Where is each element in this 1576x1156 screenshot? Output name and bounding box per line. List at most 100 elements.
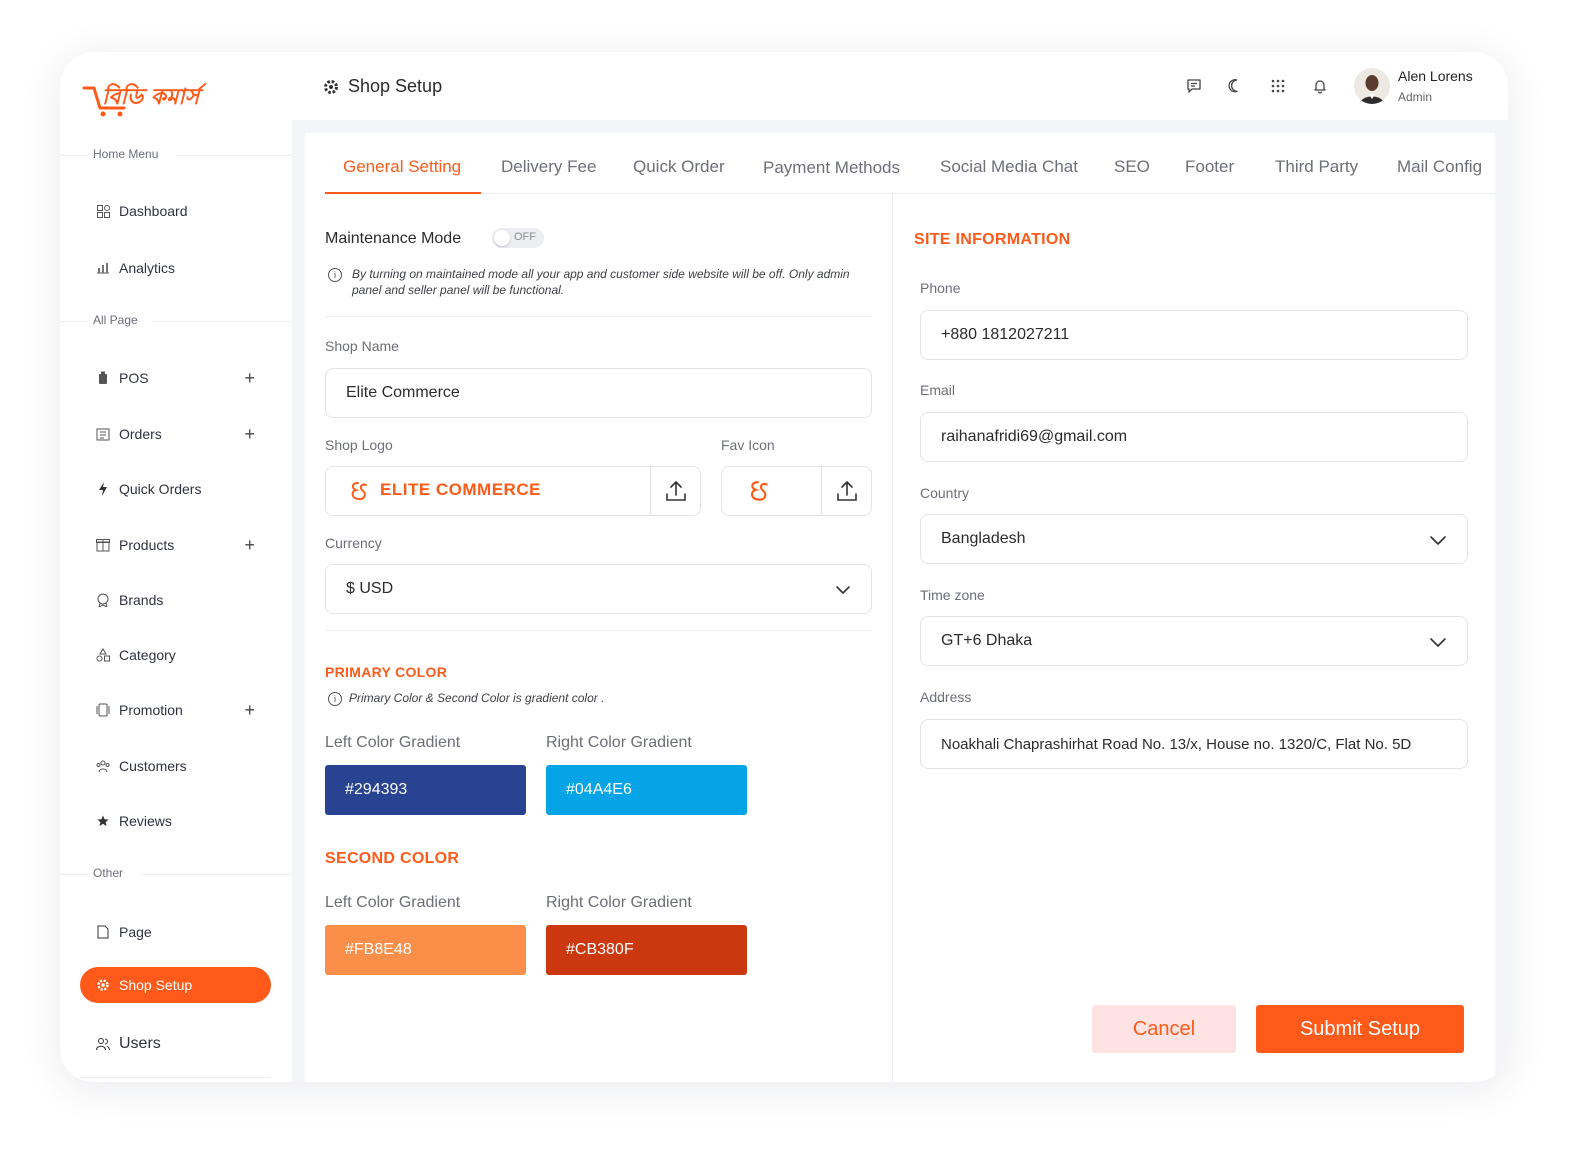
maintenance-mode-label: Maintenance Mode: [325, 230, 462, 247]
expand-icon[interactable]: +: [244, 424, 255, 445]
column-divider: [892, 194, 893, 1082]
chat-icon: [1187, 79, 1201, 93]
tab-third-party[interactable]: Third Party: [1275, 157, 1358, 177]
settings-tabs: General Setting Delivery Fee Quick Order…: [325, 149, 1495, 194]
sidebar-item-label: Customers: [119, 758, 187, 774]
tab-quick-order[interactable]: Quick Order: [633, 157, 725, 177]
expand-icon[interactable]: +: [244, 700, 255, 721]
analytics-icon: [96, 261, 110, 275]
second-right-color-value: #CB380F: [566, 941, 634, 958]
sidebar-item-label: Users: [119, 1035, 161, 1052]
sidebar-item-label: Quick Orders: [119, 481, 202, 497]
brands-icon: [96, 593, 110, 607]
primary-left-gradient-label: Left Color Gradient: [325, 734, 461, 751]
sidebar-item-label: Page: [119, 924, 152, 940]
maintenance-mode-toggle[interactable]: OFF: [492, 228, 544, 248]
sidebar-item-label: Brands: [119, 592, 164, 608]
expand-icon[interactable]: +: [244, 535, 255, 556]
second-left-color-value: #FB8E48: [345, 941, 412, 958]
email-label: Email: [920, 382, 956, 398]
section-label-home: Home Menu: [93, 147, 159, 161]
cancel-button[interactable]: Cancel: [1092, 1005, 1236, 1053]
section-divider: [140, 874, 292, 875]
tab-seo[interactable]: SEO: [1114, 157, 1150, 177]
sidebar-item-customers[interactable]: Customers: [80, 748, 271, 784]
fav-icon-label: Fav Icon: [721, 437, 775, 453]
shop-name-input[interactable]: Elite Commerce: [325, 368, 872, 418]
sidebar-item-dashboard[interactable]: Dashboard: [80, 193, 271, 229]
tab-payment-methods[interactable]: Payment Methods: [763, 158, 900, 178]
email-input[interactable]: raihanafridi69@gmail.com: [920, 412, 1468, 462]
bell-icon: [1314, 80, 1326, 94]
tab-delivery-fee[interactable]: Delivery Fee: [501, 157, 596, 177]
submit-setup-button[interactable]: Submit Setup: [1256, 1005, 1464, 1053]
currency-label: Currency: [325, 535, 382, 551]
expand-icon[interactable]: +: [244, 368, 255, 389]
country-select[interactable]: Bangladesh: [920, 514, 1468, 564]
section-divider: [176, 155, 292, 156]
tab-social-media-chat[interactable]: Social Media Chat: [940, 157, 1078, 177]
second-left-color-input[interactable]: #FB8E48: [325, 925, 526, 975]
bolt-icon: [96, 482, 110, 496]
category-icon: [96, 648, 110, 662]
sidebar-item-orders[interactable]: Orders +: [80, 416, 271, 452]
section-divider: [325, 630, 872, 631]
sidebar-item-products[interactable]: Products +: [80, 527, 271, 563]
primary-right-gradient-label: Right Color Gradient: [546, 734, 692, 751]
pos-icon: [96, 371, 110, 385]
address-input[interactable]: Noakhali Chaprashirhat Road No. 13/x, Ho…: [920, 719, 1468, 769]
sidebar-item-quick-orders[interactable]: Quick Orders: [80, 471, 271, 507]
page-title: Shop Setup: [322, 76, 442, 97]
email-value: raihanafridi69@gmail.com: [941, 428, 1128, 445]
section-divider: [60, 155, 88, 156]
shop-logo-upload-button[interactable]: [650, 467, 700, 515]
messages-button[interactable]: [1180, 72, 1208, 100]
shop-logo-upload: ELITE COMMERCE: [325, 466, 701, 516]
apps-button[interactable]: [1264, 72, 1292, 100]
phone-value: +880 1812027211: [941, 326, 1070, 343]
primary-right-color-value: #04A4E6: [566, 781, 632, 798]
upload-icon: [836, 481, 857, 501]
primary-right-color-input[interactable]: #04A4E6: [546, 765, 747, 815]
section-divider: [60, 874, 88, 875]
sidebar-item-label: Shop Setup: [119, 977, 193, 993]
user-role: Admin: [1398, 90, 1433, 104]
fav-icon-upload-button[interactable]: [821, 467, 871, 515]
sidebar-item-brands[interactable]: Brands: [80, 582, 271, 618]
sidebar-item-promotion[interactable]: Promotion +: [80, 692, 271, 728]
sidebar-item-pos[interactable]: POS +: [80, 360, 271, 396]
promotion-icon: [96, 703, 110, 717]
sidebar-item-reviews[interactable]: Reviews: [80, 803, 271, 839]
country-value: Bangladesh: [941, 530, 1026, 547]
tab-footer[interactable]: Footer: [1185, 157, 1234, 177]
notifications-button[interactable]: [1306, 72, 1334, 100]
chevron-down-icon: [1430, 536, 1446, 545]
tab-mail-config[interactable]: Mail Config: [1397, 157, 1482, 177]
tab-general-setting[interactable]: General Setting: [343, 157, 461, 177]
section-divider: [80, 1077, 271, 1078]
gear-icon: [96, 978, 110, 992]
avatar[interactable]: [1354, 68, 1390, 104]
sidebar-item-users[interactable]: Users: [80, 1026, 271, 1062]
timezone-value: GT+6 Dhaka: [941, 632, 1033, 649]
primary-left-color-input[interactable]: #294393: [325, 765, 526, 815]
sidebar-item-analytics[interactable]: Analytics: [80, 250, 271, 286]
chevron-down-icon: [836, 586, 850, 594]
phone-input[interactable]: +880 1812027211: [920, 310, 1468, 360]
elite-commerce-logo-icon: [351, 482, 367, 501]
fav-icon-preview: [751, 481, 768, 501]
second-right-color-input[interactable]: #CB380F: [546, 925, 747, 975]
address-value: Noakhali Chaprashirhat Road No. 13/x, Ho…: [941, 735, 1412, 753]
theme-toggle-button[interactable]: [1222, 72, 1250, 100]
timezone-select[interactable]: GT+6 Dhaka: [920, 616, 1468, 666]
currency-value: $ USD: [346, 580, 394, 597]
sidebar-item-page[interactable]: Page: [80, 914, 271, 950]
sidebar-item-shop-setup[interactable]: Shop Setup: [80, 967, 271, 1003]
brand-logo[interactable]: বিডি কমার্স: [80, 74, 230, 118]
products-icon: [96, 538, 110, 552]
shop-name-value: Elite Commerce: [346, 384, 460, 401]
sidebar-item-label: Reviews: [119, 813, 172, 829]
customers-icon: [96, 759, 110, 773]
currency-select[interactable]: $ USD: [325, 564, 872, 614]
sidebar-item-category[interactable]: Category: [80, 637, 271, 673]
